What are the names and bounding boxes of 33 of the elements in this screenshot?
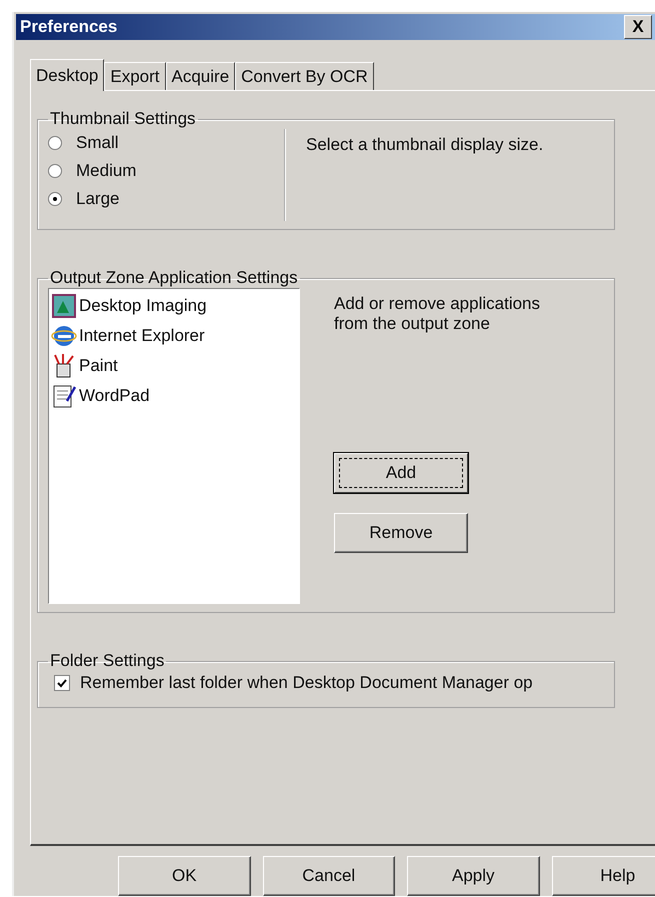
application-name[interactable]: Internet Explorer [79,326,205,346]
dialog-button[interactable]: Help [552,856,655,896]
check-icon [57,678,67,688]
dialog-button[interactable]: Apply [407,856,540,896]
checkbox[interactable] [54,675,70,691]
globe-e-icon [51,323,77,349]
radio-button[interactable] [48,164,62,178]
radio-button[interactable] [48,192,62,206]
checkbox-label: Remember last folder when Desktop Document Manager op [80,673,533,693]
tab[interactable]: Desktop [30,59,104,91]
group-title: Folder Settings [49,651,166,671]
application-name[interactable]: WordPad [79,386,150,406]
tab[interactable]: Export [104,62,166,90]
window-title: Preferences [20,17,118,37]
tab[interactable]: Convert By OCR [235,62,374,90]
radio-label: Large [76,189,120,209]
list-action-button[interactable]: Remove [334,512,468,553]
hint-text: Select a thumbnail display size. [305,134,544,156]
image-icon [51,293,77,319]
radio-button[interactable] [48,136,62,150]
list-action-button[interactable]: Add [334,452,468,493]
radio-label: Small [76,133,119,153]
group-title: Output Zone Application Settings [49,268,299,288]
hint-text: Add or remove applications from the output zone [334,293,542,335]
application-name[interactable]: Paint [79,356,118,376]
dialog-button[interactable]: Cancel [262,856,395,896]
close-button[interactable]: X [624,15,652,39]
tab[interactable]: Acquire [166,62,236,90]
group-title: Thumbnail Settings [49,109,197,129]
application-name[interactable]: Desktop Imaging [79,296,207,316]
dialog-button[interactable]: OK [118,856,250,896]
radio-label: Medium [76,161,136,181]
document-icon [51,383,77,409]
